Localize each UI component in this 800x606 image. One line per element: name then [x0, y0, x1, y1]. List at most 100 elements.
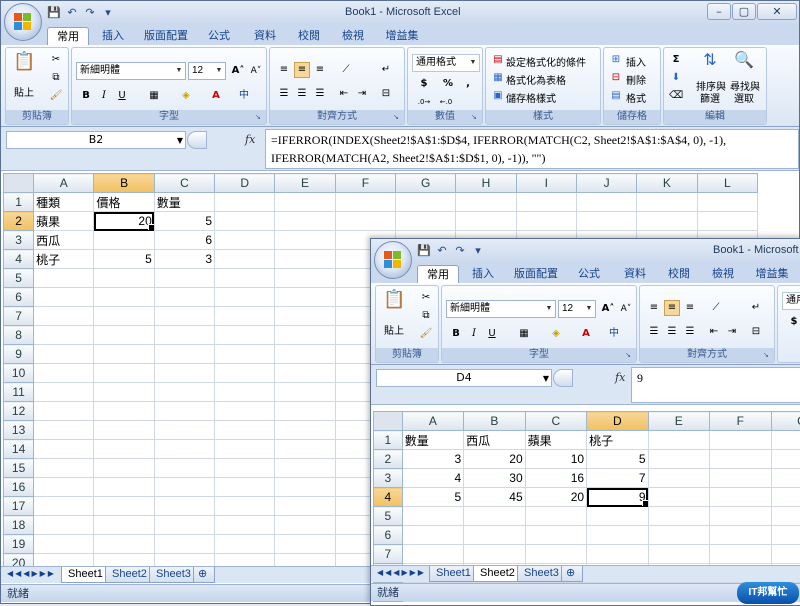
cell[interactable]	[215, 459, 275, 478]
column-header[interactable]: J	[576, 174, 636, 193]
save-icon[interactable]: 💾	[417, 244, 431, 258]
column-header[interactable]: B	[94, 174, 154, 193]
cell[interactable]: 蘋果	[525, 431, 586, 450]
cell[interactable]	[648, 526, 709, 545]
cell[interactable]	[516, 212, 576, 231]
cut-icon[interactable]: ✂	[418, 290, 434, 306]
tab-formulas[interactable]: 公式	[199, 27, 239, 45]
cell[interactable]	[335, 193, 395, 212]
cell[interactable]	[275, 307, 335, 326]
name-box[interactable]: D4▼	[376, 369, 552, 387]
increase-decimal-icon[interactable]: .0→	[416, 94, 432, 110]
tab-addins[interactable]: 增益集	[749, 265, 795, 283]
align-right-icon[interactable]: ☰	[682, 324, 698, 340]
cell[interactable]	[648, 488, 709, 507]
cell[interactable]	[402, 545, 463, 564]
row-header[interactable]: 7	[4, 307, 34, 326]
cell[interactable]	[710, 431, 771, 450]
cell[interactable]	[34, 383, 94, 402]
cell[interactable]: 6	[154, 231, 214, 250]
close-button[interactable]: ✕	[757, 3, 797, 20]
paste-label[interactable]: 貼上	[384, 322, 404, 337]
cell[interactable]	[154, 288, 214, 307]
borders-icon[interactable]: ▦	[516, 326, 532, 342]
conditional-format-icon[interactable]: ▤	[490, 52, 506, 68]
clear-icon[interactable]: ⌫	[668, 88, 684, 104]
cell[interactable]	[275, 440, 335, 459]
dialog-launcher-icon[interactable]: ↘	[255, 113, 264, 122]
cell[interactable]	[464, 526, 525, 545]
decrease-indent-icon[interactable]: ⇤	[336, 86, 352, 102]
cell-styles-icon[interactable]: ▣	[490, 88, 506, 104]
minimize-button[interactable]: –	[707, 3, 731, 20]
formula-input[interactable]: =IFERROR(INDEX(Sheet2!$A$1:$D$4, IFERROR…	[265, 129, 799, 169]
cell[interactable]	[275, 250, 335, 269]
cell[interactable]	[648, 469, 709, 488]
conditional-format-button[interactable]: 設定格式化的條件	[506, 54, 586, 69]
cell[interactable]	[275, 269, 335, 288]
cell[interactable]	[275, 478, 335, 497]
column-header[interactable]: I	[516, 174, 576, 193]
cell[interactable]: 價格	[94, 193, 154, 212]
cell[interactable]	[215, 307, 275, 326]
cell[interactable]	[215, 364, 275, 383]
cell[interactable]	[456, 193, 516, 212]
wrap-text-icon[interactable]: ↵	[748, 300, 764, 316]
cell[interactable]	[34, 478, 94, 497]
format-painter-icon[interactable]: 🖌	[48, 88, 64, 104]
cell[interactable]	[34, 516, 94, 535]
merge-center-icon[interactable]: ⊟	[378, 86, 394, 102]
currency-icon[interactable]: $	[416, 76, 432, 92]
cell[interactable]	[637, 193, 697, 212]
cell[interactable]	[154, 269, 214, 288]
cell[interactable]	[215, 478, 275, 497]
cell[interactable]	[215, 383, 275, 402]
cell[interactable]	[710, 507, 771, 526]
find-select-button-line2[interactable]: 選取	[734, 90, 754, 105]
cell[interactable]	[402, 507, 463, 526]
cell[interactable]	[215, 212, 275, 231]
align-top-icon[interactable]: ≡	[646, 300, 662, 316]
cell[interactable]	[525, 526, 586, 545]
select-all-corner[interactable]	[374, 412, 403, 431]
font-name-select[interactable]: 新細明體▼	[76, 62, 186, 80]
column-header[interactable]: D	[215, 174, 275, 193]
cell[interactable]: 5	[94, 250, 154, 269]
copy-icon[interactable]: ⧉	[418, 308, 434, 324]
cell[interactable]	[275, 231, 335, 250]
cell[interactable]	[648, 450, 709, 469]
cell[interactable]	[94, 478, 154, 497]
tab-view[interactable]: 檢視	[703, 265, 743, 283]
cell[interactable]: 4	[402, 469, 463, 488]
cell[interactable]	[335, 212, 395, 231]
increase-indent-icon[interactable]: ⇥	[354, 86, 370, 102]
sheet-tab-sheet3[interactable]: Sheet3	[149, 567, 198, 583]
cell[interactable]	[771, 526, 800, 545]
cell[interactable]	[154, 516, 214, 535]
cell[interactable]	[275, 535, 335, 554]
cell[interactable]	[154, 345, 214, 364]
insert-function-icon[interactable]: fx	[245, 133, 255, 146]
cell[interactable]: 16	[525, 469, 586, 488]
row-header[interactable]: 1	[4, 193, 34, 212]
cell[interactable]	[587, 526, 648, 545]
cell[interactable]	[215, 497, 275, 516]
tab-page-layout[interactable]: 版面配置	[141, 27, 191, 45]
font-color-icon[interactable]: A	[578, 326, 594, 342]
sheet-tab-sheet1[interactable]: Sheet1	[61, 567, 110, 583]
cell[interactable]: 9	[587, 488, 648, 507]
cell[interactable]	[154, 421, 214, 440]
cell[interactable]	[94, 269, 154, 288]
cell[interactable]	[275, 516, 335, 535]
sort-filter-icon[interactable]: ⇅	[698, 52, 722, 74]
row-header[interactable]: 8	[4, 326, 34, 345]
font-size-select[interactable]: 12▼	[188, 62, 226, 80]
font-name-select[interactable]: 新細明體▼	[446, 300, 556, 318]
name-box[interactable]: B2▼	[6, 131, 186, 149]
tab-data[interactable]: 資料	[615, 265, 655, 283]
align-middle-icon[interactable]: ≡	[294, 62, 310, 78]
qat-customize-icon[interactable]: ▾	[471, 244, 485, 258]
cell[interactable]	[215, 326, 275, 345]
cell[interactable]	[94, 326, 154, 345]
sheet-nav-icon[interactable]: ◀◀◀▶▶▶	[7, 569, 56, 578]
